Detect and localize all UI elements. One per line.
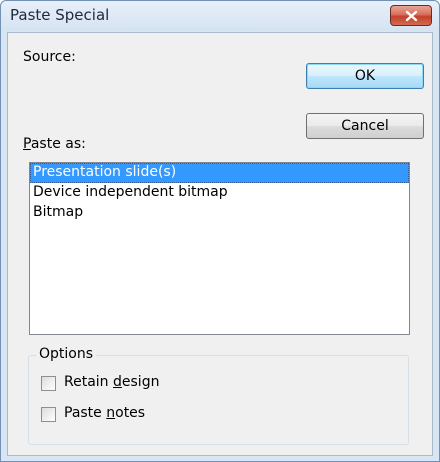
paste-notes-label[interactable]: Paste notes bbox=[64, 405, 145, 421]
list-item-bitmap[interactable]: Bitmap bbox=[30, 203, 409, 223]
paste-notes-label-end: otes bbox=[115, 405, 146, 421]
cancel-button[interactable]: Cancel bbox=[306, 113, 424, 139]
dialog-body: Source: OK Cancel Paste as: Presentation… bbox=[7, 32, 433, 456]
retain-design-accelerator: d bbox=[113, 374, 122, 390]
retain-design-label-end: esign bbox=[121, 374, 160, 390]
paste-notes-checkbox[interactable] bbox=[41, 407, 56, 422]
ok-button[interactable]: OK bbox=[306, 63, 424, 89]
paste-special-dialog: Paste Special Source: OK Cancel Paste as… bbox=[0, 0, 440, 462]
retain-design-label-start: Retain bbox=[64, 374, 113, 390]
paste-notes-label-start: Paste bbox=[64, 405, 107, 421]
list-item-presentation-slides[interactable]: Presentation slide(s) bbox=[30, 163, 409, 183]
list-item-device-independent-bitmap[interactable]: Device independent bitmap bbox=[30, 183, 409, 203]
title-bar[interactable]: Paste Special bbox=[1, 1, 439, 31]
paste-as-accelerator: P bbox=[23, 136, 31, 152]
source-label: Source: bbox=[23, 49, 76, 65]
paste-notes-accelerator: n bbox=[106, 405, 116, 421]
paste-as-label: Paste as: bbox=[23, 136, 86, 152]
window-title: Paste Special bbox=[10, 6, 110, 24]
options-groupbox bbox=[28, 355, 409, 445]
paste-as-listbox[interactable]: Presentation slide(s) Device independent… bbox=[29, 162, 410, 335]
paste-as-label-text: aste as: bbox=[30, 136, 86, 152]
retain-design-checkbox[interactable] bbox=[41, 376, 56, 391]
retain-design-label[interactable]: Retain design bbox=[64, 374, 159, 390]
close-button[interactable] bbox=[390, 5, 432, 26]
close-icon bbox=[405, 10, 418, 22]
options-group-label: Options bbox=[36, 346, 97, 362]
